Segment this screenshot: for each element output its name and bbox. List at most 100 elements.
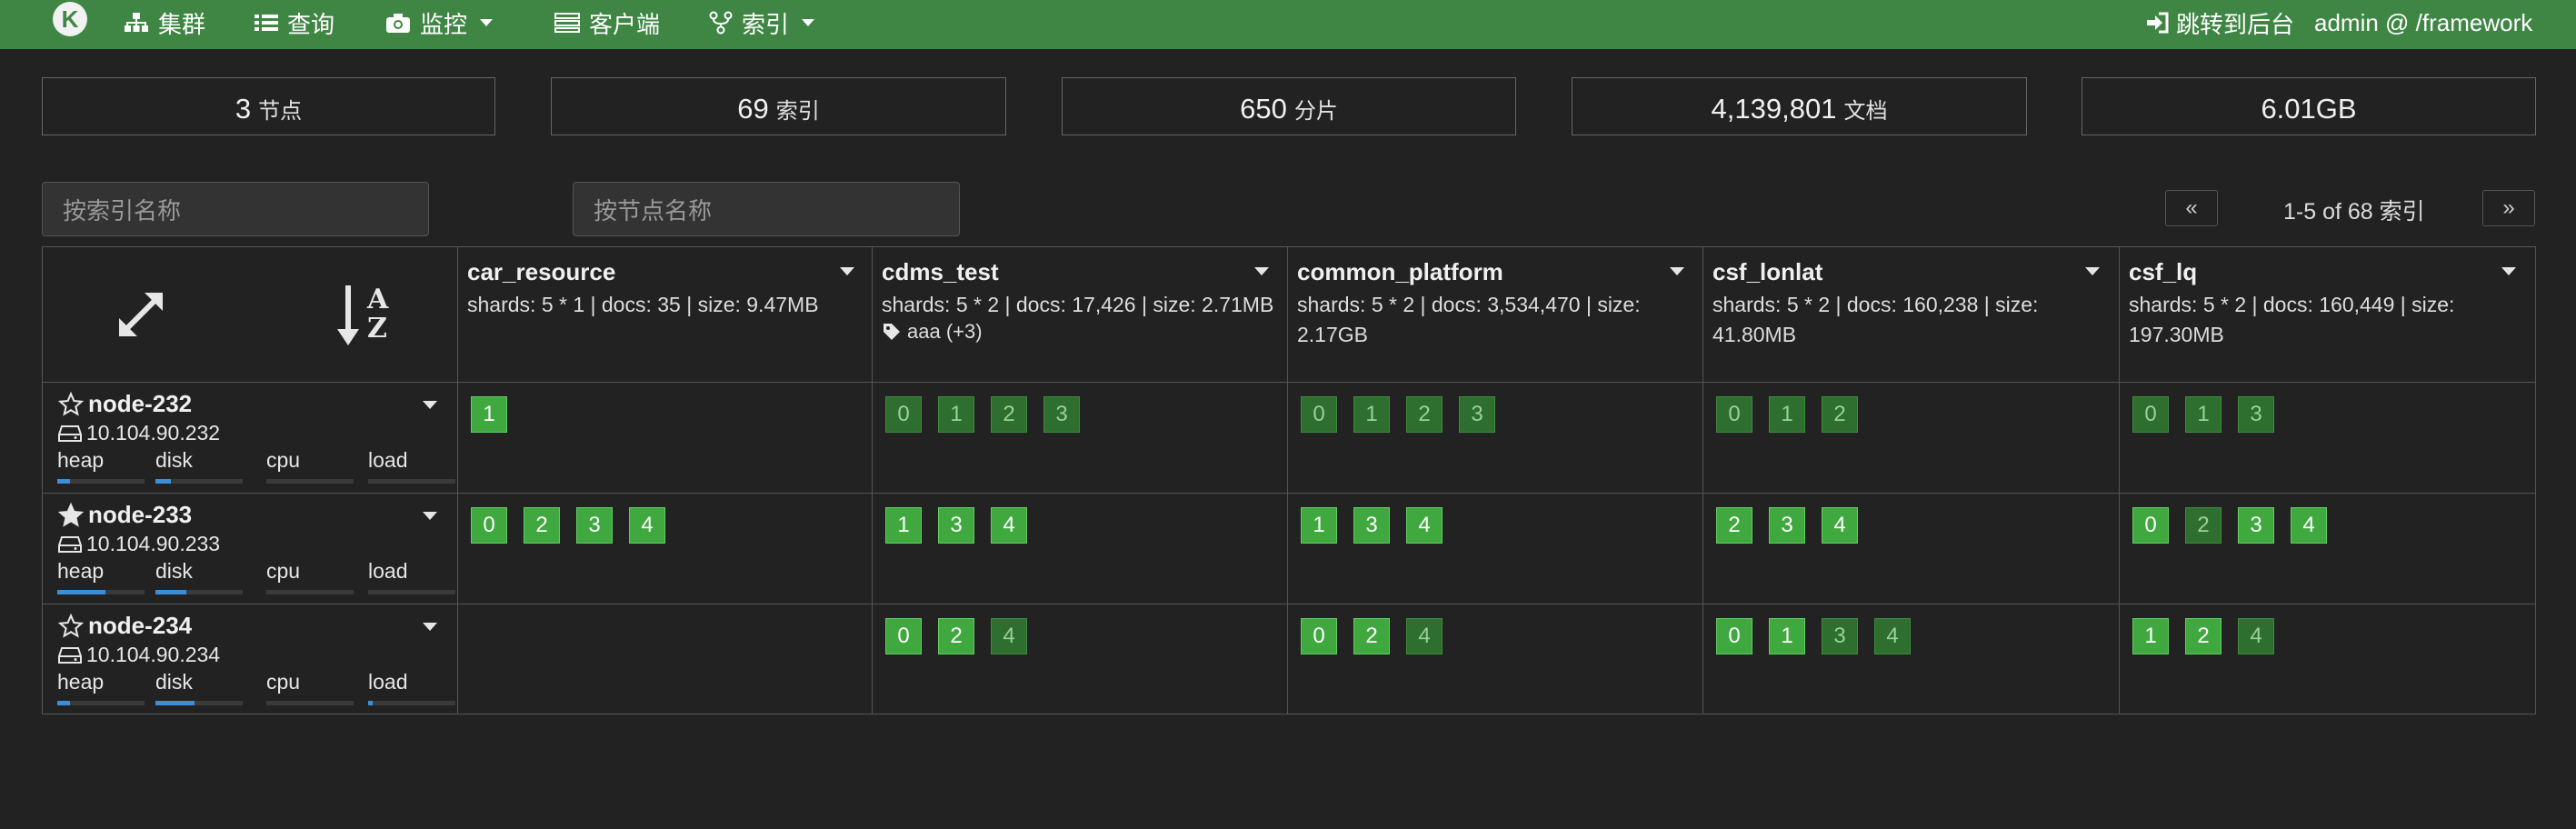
primary-shard[interactable]: 3 xyxy=(1769,507,1805,544)
node-filter-input[interactable]: 按节点名称 xyxy=(573,182,960,236)
index-header[interactable]: common_platform shards: 5 * 2 | docs: 3,… xyxy=(1288,247,1702,382)
primary-shard[interactable]: 2 xyxy=(1716,507,1752,544)
node-name-row[interactable]: node-232 xyxy=(57,390,457,418)
index-header[interactable]: csf_lonlat shards: 5 * 2 | docs: 160,238… xyxy=(1703,247,2119,382)
replica-shard[interactable]: 3 xyxy=(1459,396,1495,433)
replica-shard[interactable]: 4 xyxy=(1406,618,1443,654)
node-cell: node-233 10.104.90.233 heap disk cpu load xyxy=(43,494,457,604)
index-header[interactable]: car_resource shards: 5 * 1 | docs: 35 | … xyxy=(458,247,872,382)
primary-shard[interactable]: 1 xyxy=(1301,507,1337,544)
replica-shard[interactable]: 1 xyxy=(2185,396,2222,433)
user-info[interactable]: admin @ /framework xyxy=(2314,0,2532,45)
primary-shard[interactable]: 4 xyxy=(1822,507,1858,544)
replica-shard[interactable]: 1 xyxy=(938,396,974,433)
replica-shard[interactable]: 3 xyxy=(2238,396,2274,433)
stat-docs: 4,139,801 文档 xyxy=(1572,77,2027,135)
metric-bar xyxy=(266,701,354,705)
replica-shard[interactable]: 3 xyxy=(1822,618,1858,654)
replica-shard[interactable]: 4 xyxy=(1874,618,1911,654)
primary-shard[interactable]: 2 xyxy=(524,507,560,544)
nav-monitor[interactable]: 监控 xyxy=(385,0,494,45)
primary-shard[interactable]: 3 xyxy=(1353,507,1390,544)
replica-shard[interactable]: 1 xyxy=(1353,396,1390,433)
primary-shard[interactable]: 4 xyxy=(2291,507,2327,544)
metric-label: heap xyxy=(57,448,105,472)
primary-shard[interactable]: 4 xyxy=(991,507,1027,544)
primary-shard[interactable]: 3 xyxy=(2238,507,2274,544)
stat-nodes: 3 节点 xyxy=(42,77,495,135)
sort-button[interactable]: A Z xyxy=(337,284,401,349)
chevron-down-icon[interactable] xyxy=(2085,267,2100,275)
index-header[interactable]: csf_lq shards: 5 * 2 | docs: 160,449 | s… xyxy=(2120,247,2535,382)
replica-shard[interactable]: 0 xyxy=(2132,396,2169,433)
expand-button[interactable] xyxy=(115,289,170,344)
primary-shard[interactable]: 3 xyxy=(938,507,974,544)
replica-shard[interactable]: 0 xyxy=(885,396,922,433)
metric-label: cpu xyxy=(266,448,301,472)
chevron-down-icon[interactable] xyxy=(840,267,854,275)
index-name[interactable]: csf_lq xyxy=(2129,258,2526,286)
primary-shard[interactable]: 0 xyxy=(1716,618,1752,654)
chevron-down-icon[interactable] xyxy=(1670,267,1684,275)
primary-shard[interactable]: 4 xyxy=(629,507,665,544)
index-header[interactable]: cdms_test shards: 5 * 2 | docs: 17,426 |… xyxy=(873,247,1287,382)
chevron-down-icon[interactable] xyxy=(1254,267,1269,275)
primary-shard[interactable]: 2 xyxy=(1353,618,1390,654)
replica-shard[interactable]: 4 xyxy=(2238,618,2274,654)
nav-query[interactable]: 查询 xyxy=(255,0,334,45)
primary-shard[interactable]: 4 xyxy=(1406,507,1443,544)
prev-page-button[interactable]: « xyxy=(2165,190,2218,226)
primary-shard[interactable]: 1 xyxy=(471,396,507,433)
nav-client[interactable]: 客户端 xyxy=(554,0,660,45)
primary-shard[interactable]: 1 xyxy=(885,507,922,544)
metric-bar-fill xyxy=(155,701,195,705)
replica-shard[interactable]: 2 xyxy=(991,396,1027,433)
primary-shard[interactable]: 1 xyxy=(1769,618,1805,654)
nav-client-label: 客户端 xyxy=(589,10,661,38)
metric-label: heap xyxy=(57,670,105,694)
replica-shard[interactable]: 4 xyxy=(991,618,1027,654)
nav-index[interactable]: 索引 xyxy=(709,0,815,45)
star-outline-icon xyxy=(57,613,85,638)
index-name[interactable]: cdms_test xyxy=(882,258,1278,286)
stat-unit: 索引 xyxy=(775,99,820,124)
node-cell: node-232 10.104.90.232 heap disk cpu load xyxy=(43,383,457,494)
chevron-down-icon[interactable] xyxy=(423,401,437,409)
index-meta: shards: 5 * 2 | docs: 17,426 | size: 2.7… xyxy=(882,293,1274,316)
backend-link[interactable]: 跳转到后台 xyxy=(2145,0,2294,45)
index-name[interactable]: common_platform xyxy=(1297,258,1693,286)
replica-shard[interactable]: 2 xyxy=(1822,396,1858,433)
primary-shard[interactable]: 2 xyxy=(2185,618,2222,654)
app-logo[interactable]: K xyxy=(53,2,87,36)
nav-monitor-label: 监控 xyxy=(420,10,468,38)
replica-shard[interactable]: 3 xyxy=(1043,396,1080,433)
metric-bar xyxy=(57,701,145,705)
node-name-row[interactable]: node-233 xyxy=(57,501,457,529)
primary-shard[interactable]: 0 xyxy=(471,507,507,544)
index-name[interactable]: car_resource xyxy=(467,258,863,286)
stat-value: 6.01GB xyxy=(2261,93,2357,125)
primary-shard[interactable]: 0 xyxy=(2132,507,2169,544)
primary-shard[interactable]: 1 xyxy=(2132,618,2169,654)
index-filter-input[interactable]: 按索引名称 xyxy=(42,182,429,236)
index-alias-tag[interactable]: aaa (+3) xyxy=(882,320,1278,344)
replica-shard[interactable]: 0 xyxy=(1301,396,1337,433)
primary-shard[interactable]: 3 xyxy=(576,507,613,544)
primary-shard[interactable]: 0 xyxy=(885,618,922,654)
next-page-button[interactable]: » xyxy=(2482,190,2535,226)
replica-shard[interactable]: 2 xyxy=(2185,507,2222,544)
replica-shard[interactable]: 0 xyxy=(1716,396,1752,433)
camera-icon xyxy=(386,14,410,33)
primary-shard[interactable]: 2 xyxy=(938,618,974,654)
chevron-down-icon[interactable] xyxy=(2501,267,2516,275)
chevron-down-icon[interactable] xyxy=(423,512,437,520)
primary-shard[interactable]: 0 xyxy=(1301,618,1337,654)
chevron-down-icon[interactable] xyxy=(423,623,437,631)
node-name: node-234 xyxy=(88,612,193,639)
replica-shard[interactable]: 1 xyxy=(1769,396,1805,433)
index-name[interactable]: csf_lonlat xyxy=(1712,258,2110,286)
hdd-icon xyxy=(58,535,82,553)
nav-cluster[interactable]: 集群 xyxy=(124,0,205,45)
replica-shard[interactable]: 2 xyxy=(1406,396,1443,433)
node-name-row[interactable]: node-234 xyxy=(57,612,457,640)
